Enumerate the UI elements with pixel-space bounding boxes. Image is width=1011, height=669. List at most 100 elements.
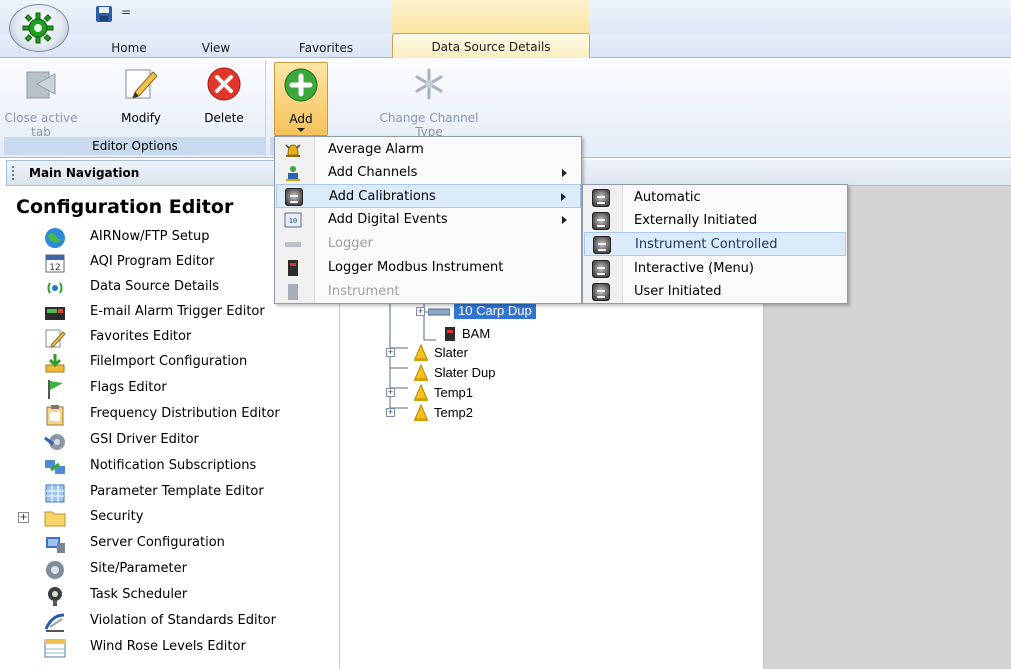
tree-node-label: BAM — [462, 326, 491, 341]
close-tab-icon — [26, 71, 56, 99]
signal-icon — [47, 282, 63, 294]
nav-item-label: Server Configuration — [90, 535, 225, 550]
nav-item-label: Wind Rose Levels Editor — [90, 639, 246, 654]
nav-item-notification-subscriptions[interactable]: Notification Subscriptions — [44, 455, 334, 479]
menu-item-logger-modbus-instrument[interactable]: Logger Modbus Instrument — [276, 256, 581, 280]
gear-icon — [22, 12, 54, 44]
nav-item-label: Security — [90, 509, 144, 524]
nav-item-site-parameter[interactable]: Site/Parameter — [44, 558, 334, 582]
logger-icon — [285, 242, 301, 247]
quick-access-dropdown[interactable]: = — [121, 5, 131, 19]
tree-node-10-carp-dup[interactable]: + 10 Carp Dup — [414, 302, 574, 322]
add-button[interactable]: Add — [274, 62, 328, 136]
nav-item-task-scheduler[interactable]: Task Scheduler — [44, 584, 334, 608]
svg-text:12: 12 — [49, 263, 60, 273]
calibration-icon — [593, 236, 611, 254]
tree-node-label: 10 Carp Dup — [454, 302, 536, 319]
tree-expand-toggle[interactable]: + — [386, 388, 395, 397]
alarm-bell-icon — [285, 144, 301, 157]
menu-item-label: Instrument — [328, 284, 400, 299]
change-channel-type-button[interactable]: Change Channel Type — [372, 66, 486, 139]
menu-item-add-channels[interactable]: Add Channels — [276, 161, 581, 185]
instrument-icon — [288, 284, 298, 300]
context-tab-band — [392, 0, 590, 34]
nav-item-flags-editor[interactable]: Flags Editor — [44, 377, 334, 401]
clipboard-icon — [46, 405, 64, 426]
menu-item-label: Add Calibrations — [329, 189, 436, 204]
nav-item-favorites-editor[interactable]: Favorites Editor — [44, 326, 334, 350]
tab-data-source-details[interactable]: Data Source Details — [392, 33, 590, 59]
channels-icon — [286, 166, 300, 181]
tree-expand-toggle[interactable]: + — [386, 408, 395, 417]
submenu-item-automatic[interactable]: Automatic — [584, 186, 846, 210]
site-cone-icon — [414, 364, 428, 381]
menu-item-instrument[interactable]: Instrument — [276, 280, 581, 304]
menu-item-label: Average Alarm — [328, 142, 424, 157]
menu-item-logger[interactable]: Logger — [276, 232, 581, 256]
nav-item-gsi-driver[interactable]: GSI Driver Editor — [44, 429, 334, 453]
tab-view[interactable]: View — [188, 38, 244, 58]
nav-item-label: FileImport Configuration — [90, 354, 248, 369]
nav-item-label: Task Scheduler — [90, 587, 188, 602]
nav-item-label: AQI Program Editor — [90, 254, 215, 269]
tree-node-bam[interactable]: BAM — [440, 324, 540, 344]
submenu-item-externally-initiated[interactable]: Externally Initiated — [584, 209, 846, 233]
submenu-item-label: Interactive (Menu) — [634, 261, 754, 276]
modify-label: Modify — [121, 111, 161, 125]
nav-item-security[interactable]: Security — [44, 506, 334, 530]
svg-text:10: 10 — [289, 217, 297, 225]
nav-item-violation-of-standards[interactable]: Violation of Standards Editor — [44, 610, 334, 634]
modify-button[interactable]: Modify — [116, 66, 166, 125]
save-icon[interactable] — [95, 5, 113, 23]
delete-button[interactable]: Delete — [196, 66, 252, 125]
nav-item-label: Flags Editor — [90, 380, 167, 395]
folder-icon — [44, 511, 66, 527]
menu-item-average-alarm[interactable]: Average Alarm — [276, 138, 581, 162]
nav-item-wind-rose-levels[interactable]: Wind Rose Levels Editor — [44, 636, 334, 660]
tree-node-temp2[interactable]: + Temp2 — [384, 403, 524, 423]
server-icon — [46, 537, 65, 553]
submenu-item-user-initiated[interactable]: User Initiated — [584, 280, 846, 304]
menu-item-label: Logger Modbus Instrument — [328, 260, 504, 275]
submenu-item-label: User Initiated — [634, 284, 722, 299]
tree-expand-toggle[interactable]: + — [416, 307, 425, 316]
template-icon — [45, 484, 65, 503]
menu-item-add-digital-events[interactable]: 10 Add Digital Events — [276, 208, 581, 232]
add-dropdown-arrow — [297, 128, 305, 132]
digital-events-icon: 10 — [284, 212, 302, 228]
driver-icon — [44, 434, 65, 450]
security-expand-toggle[interactable]: + — [18, 512, 29, 523]
nav-item-file-import[interactable]: FileImport Configuration — [44, 351, 334, 375]
instrument-rack-icon — [428, 308, 450, 316]
tree-node-label: Temp1 — [434, 385, 474, 400]
calibration-icon — [592, 260, 610, 278]
nav-item-frequency-distribution[interactable]: Frequency Distribution Editor — [44, 403, 334, 427]
close-active-tab-label: Close active tab — [4, 111, 78, 139]
tree-node-temp1[interactable]: + Temp1 — [384, 383, 524, 403]
globe-icon — [45, 228, 65, 248]
menu-item-add-calibrations[interactable]: Add Calibrations — [276, 184, 581, 208]
close-active-tab-button[interactable]: Close active tab — [4, 66, 78, 139]
submenu-item-interactive-menu[interactable]: Interactive (Menu) — [584, 257, 846, 281]
tree-node-slater-dup[interactable]: Slater Dup — [384, 363, 524, 383]
nav-item-label: Frequency Distribution Editor — [90, 406, 280, 421]
tree-expand-toggle[interactable]: + — [386, 348, 395, 357]
nav-item-email-alarm[interactable]: E-mail Alarm Trigger Editor — [44, 301, 334, 325]
nav-item-parameter-template[interactable]: Parameter Template Editor — [44, 481, 334, 505]
logger-device-icon — [445, 327, 455, 341]
nav-item-label: Parameter Template Editor — [90, 484, 264, 499]
nav-item-label: Site/Parameter — [90, 561, 187, 576]
submenu-arrow-icon — [562, 169, 567, 177]
tab-favorites[interactable]: Favorites — [280, 38, 372, 58]
windrose-icon — [44, 639, 66, 658]
tab-home[interactable]: Home — [92, 38, 166, 58]
submenu-item-instrument-controlled[interactable]: Instrument Controlled — [584, 232, 846, 256]
nav-item-server-configuration[interactable]: Server Configuration — [44, 532, 334, 556]
panel-grip[interactable] — [12, 166, 15, 180]
tree-node-slater[interactable]: + Slater — [384, 343, 524, 363]
nav-item-label: Notification Subscriptions — [90, 458, 257, 473]
calibration-icon — [592, 283, 610, 301]
submenu-item-label: Automatic — [634, 190, 701, 205]
calendar-icon: 12 — [45, 254, 65, 273]
nav-item-label: GSI Driver Editor — [90, 432, 199, 447]
